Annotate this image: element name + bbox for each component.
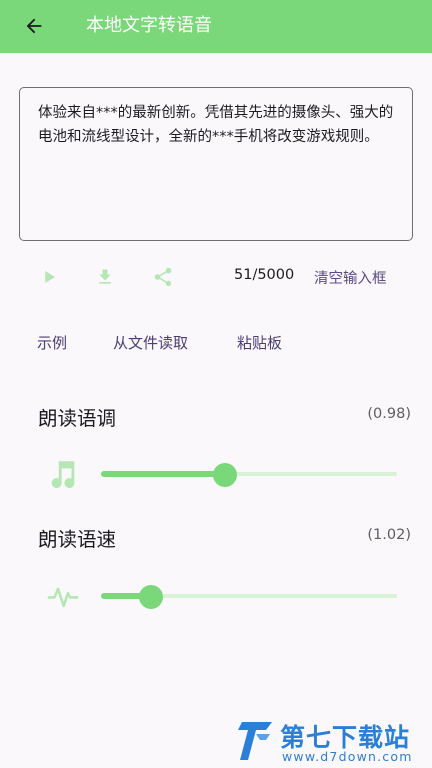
source-row: 示例 从文件读取 粘贴板 [0, 332, 432, 356]
arrow-left-icon [26, 18, 42, 34]
share-button[interactable] [151, 265, 175, 289]
clipboard-button[interactable]: 粘贴板 [237, 332, 282, 354]
watermark: 第七下载站 www.d7down.com [234, 716, 432, 768]
rate-value: (1.02) [367, 527, 411, 543]
waveform-icon [45, 578, 81, 614]
text-input-value: 体验来自***的最新创新。凭借其先进的摄像头、强大的电池和流线型设计，全新的**… [38, 105, 394, 145]
back-button[interactable] [18, 10, 50, 42]
rate-title: 朗读语速 [38, 528, 117, 551]
pitch-value: (0.98) [367, 406, 411, 422]
char-counter: 51/5000 [234, 267, 295, 283]
clear-input-button[interactable]: 清空输入框 [314, 267, 387, 288]
watermark-logo-icon [238, 722, 272, 760]
app-bar: 本地文字转语音 [0, 0, 432, 53]
share-icon [154, 267, 172, 287]
music-note-icon [45, 456, 81, 492]
watermark-url: www.d7down.com [282, 749, 413, 764]
pitch-title: 朗读语调 [38, 407, 117, 430]
play-icon [45, 271, 55, 283]
read-file-button[interactable]: 从文件读取 [113, 332, 188, 354]
action-row: 51/5000 清空输入框 [0, 262, 432, 292]
pitch-slider-fill [101, 471, 226, 477]
pitch-slider[interactable] [101, 462, 397, 487]
text-input-area[interactable]: 体验来自***的最新创新。凭借其先进的摄像头、强大的电池和流线型设计，全新的**… [19, 87, 413, 241]
example-button[interactable]: 示例 [37, 332, 67, 354]
page-title: 本地文字转语音 [86, 15, 212, 36]
download-icon [99, 269, 111, 284]
play-button[interactable] [37, 265, 61, 289]
download-button[interactable] [93, 265, 117, 289]
rate-slider-thumb[interactable] [139, 585, 164, 609]
rate-slider[interactable] [101, 584, 397, 609]
pitch-slider-thumb[interactable] [213, 463, 238, 487]
